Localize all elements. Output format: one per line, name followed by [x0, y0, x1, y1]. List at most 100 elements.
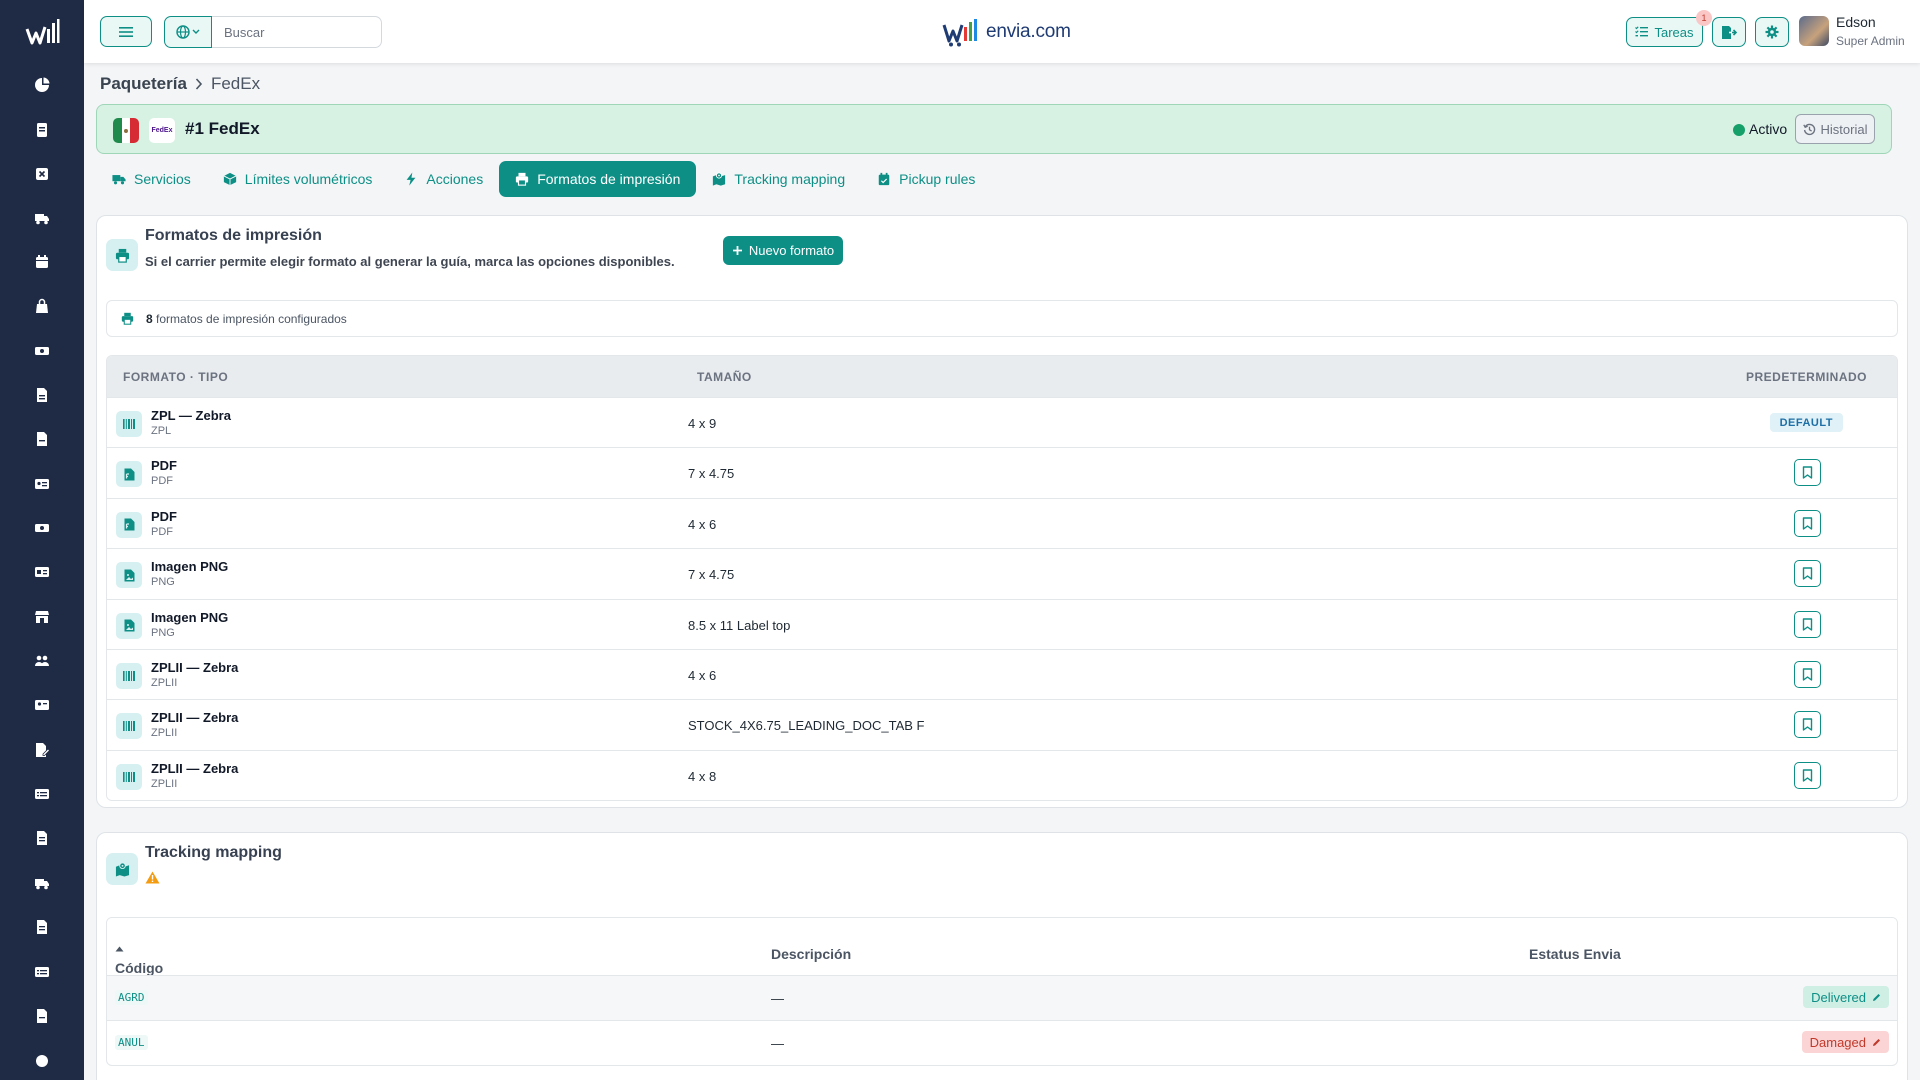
printer-icon — [121, 312, 134, 325]
shopping-bag-icon[interactable] — [30, 294, 54, 318]
tab-acciones[interactable]: Acciones — [388, 161, 499, 197]
search-input[interactable] — [212, 16, 382, 48]
archive-icon[interactable] — [30, 1004, 54, 1028]
table-row[interactable]: PDF PDF 7 x 4.75 — [107, 447, 1897, 498]
settings-button[interactable] — [1755, 17, 1789, 47]
set-default-button[interactable] — [1794, 560, 1821, 588]
users-icon[interactable] — [30, 649, 54, 673]
set-default-button[interactable] — [1794, 660, 1821, 688]
format-name: ZPLII — Zebra — [151, 710, 239, 726]
table-header: Código carrier Descripción Estatus Envia — [107, 932, 1897, 992]
table-row[interactable]: ZPLII — Zebra ZPLII STOCK_4X6.75_LEADING… — [107, 699, 1897, 750]
truck-icon[interactable] — [30, 206, 54, 230]
format-size: 4 x 6 — [688, 516, 717, 532]
bookmark-icon — [1802, 517, 1813, 530]
delivery-truck-icon[interactable] — [30, 871, 54, 895]
column-header-description[interactable]: Descripción — [771, 946, 851, 962]
tab-pickup-rules[interactable]: Pickup rules — [861, 161, 991, 197]
money-icon[interactable] — [30, 339, 54, 363]
history-button[interactable]: Historial — [1795, 114, 1875, 144]
topbar: envia.com Tareas 1 Edson Super Admin — [84, 0, 1920, 63]
status-badge[interactable]: Damaged — [1801, 1031, 1889, 1053]
set-default-button[interactable] — [1794, 761, 1821, 789]
list-card-icon[interactable] — [30, 782, 54, 806]
calendar-icon — [878, 172, 890, 186]
language-selector-button[interactable] — [164, 16, 212, 48]
set-default-button[interactable] — [1794, 610, 1821, 638]
format-name: Imagen PNG — [151, 609, 229, 625]
chevron-down-icon — [192, 29, 200, 34]
set-default-button[interactable] — [1794, 459, 1821, 487]
set-default-button[interactable] — [1794, 509, 1821, 537]
tab-limites-volumetricos[interactable]: Límites volumétricos — [207, 161, 389, 197]
column-header-code[interactable]: Código carrier — [115, 946, 163, 992]
hamburger-icon — [119, 26, 133, 37]
format-type: PDF — [151, 525, 173, 538]
cash-icon[interactable] — [30, 516, 54, 540]
format-size: STOCK_4X6.75_LEADING_DOC_TAB F — [688, 718, 925, 734]
tab-label: Servicios — [134, 171, 191, 187]
new-format-button[interactable]: Nuevo formato — [723, 236, 843, 265]
chevron-right-icon — [195, 78, 203, 90]
tasks-button[interactable]: Tareas — [1626, 17, 1703, 47]
calendar-icon[interactable] — [30, 250, 54, 274]
print-formats-section: Formatos de impresión Si el carrier perm… — [96, 215, 1908, 808]
format-size: 7 x 4.75 — [688, 466, 735, 482]
bookmark-icon — [1802, 668, 1813, 681]
table-row[interactable]: PDF PDF 4 x 6 — [107, 497, 1897, 549]
ticket-icon[interactable] — [30, 960, 54, 984]
table-row[interactable]: Imagen PNG PNG 8.5 x 11 Label top — [107, 598, 1897, 649]
edit-document-icon[interactable] — [30, 738, 54, 762]
contact-card-icon[interactable] — [30, 693, 54, 717]
file-icon[interactable] — [30, 427, 54, 451]
pdf-file-icon — [116, 461, 142, 488]
table-row[interactable]: ANUL — Damaged — [107, 1020, 1897, 1065]
envia-cart-logo-icon — [942, 19, 977, 47]
dashboard-icon[interactable] — [30, 73, 54, 97]
print-formats-table: FORMATO · TIPO TAMAÑO PREDETERMINADO ZPL… — [106, 355, 1898, 802]
history-label: Historial — [1820, 121, 1868, 137]
avatar[interactable] — [1799, 16, 1829, 46]
set-default-button[interactable] — [1794, 711, 1821, 739]
tab-servicios[interactable]: Servicios — [96, 161, 207, 197]
cancel-box-icon[interactable] — [30, 162, 54, 186]
column-header-format[interactable]: FORMATO · TIPO — [123, 370, 228, 384]
table-row[interactable]: ZPL — Zebra ZPL 4 x 9 DEFAULT — [107, 397, 1897, 448]
logout-button[interactable] — [1712, 17, 1746, 47]
address-card-icon[interactable] — [30, 560, 54, 584]
pencil-icon — [1873, 1038, 1880, 1046]
report-icon[interactable] — [30, 826, 54, 850]
file-export-icon — [1722, 25, 1737, 39]
printer-icon — [106, 239, 138, 271]
envia-logo-icon[interactable] — [20, 14, 64, 50]
column-header-size[interactable]: TAMAÑO — [697, 370, 752, 384]
table-row[interactable]: AGRD — Delivered — [107, 975, 1897, 1020]
user-name: Edson — [1836, 14, 1876, 30]
format-type: ZPL — [151, 425, 172, 437]
tab-formatos-de-impresion[interactable]: Formatos de impresión — [499, 161, 697, 197]
tab-tracking-mapping[interactable]: Tracking mapping — [696, 161, 861, 197]
circle-icon[interactable] — [30, 1049, 54, 1073]
format-size: 4 x 6 — [688, 667, 717, 683]
menu-toggle-button[interactable] — [100, 16, 152, 47]
status-label: Delivered — [1811, 989, 1866, 1005]
globe-icon — [176, 25, 190, 39]
table-row[interactable]: ZPLII — Zebra ZPLII 4 x 6 — [107, 648, 1897, 700]
truck-icon — [112, 175, 126, 185]
invoice-icon[interactable] — [30, 383, 54, 407]
new-format-label: Nuevo formato — [748, 243, 835, 258]
table-row[interactable]: ZPLII — Zebra ZPLII 4 x 8 — [107, 749, 1897, 801]
breadcrumb-parent[interactable]: Paquetería — [100, 74, 187, 94]
description: — — [771, 1036, 784, 1051]
table-row[interactable]: Imagen PNG PNG 7 x 4.75 — [107, 548, 1897, 599]
status-badge[interactable]: Delivered — [1803, 986, 1889, 1008]
id-card-icon[interactable] — [30, 472, 54, 496]
table-body: AGRD — Delivered ANUL — Damaged — [107, 975, 1897, 1065]
store-icon[interactable] — [30, 605, 54, 629]
format-size: 7 x 4.75 — [688, 567, 735, 583]
column-header-default[interactable]: PREDETERMINADO — [1746, 370, 1867, 384]
sheet-icon[interactable] — [30, 915, 54, 939]
document-icon[interactable] — [30, 118, 54, 142]
column-header-status[interactable]: Estatus Envia — [1529, 946, 1621, 962]
envia-brand[interactable]: envia.com — [942, 15, 1071, 49]
